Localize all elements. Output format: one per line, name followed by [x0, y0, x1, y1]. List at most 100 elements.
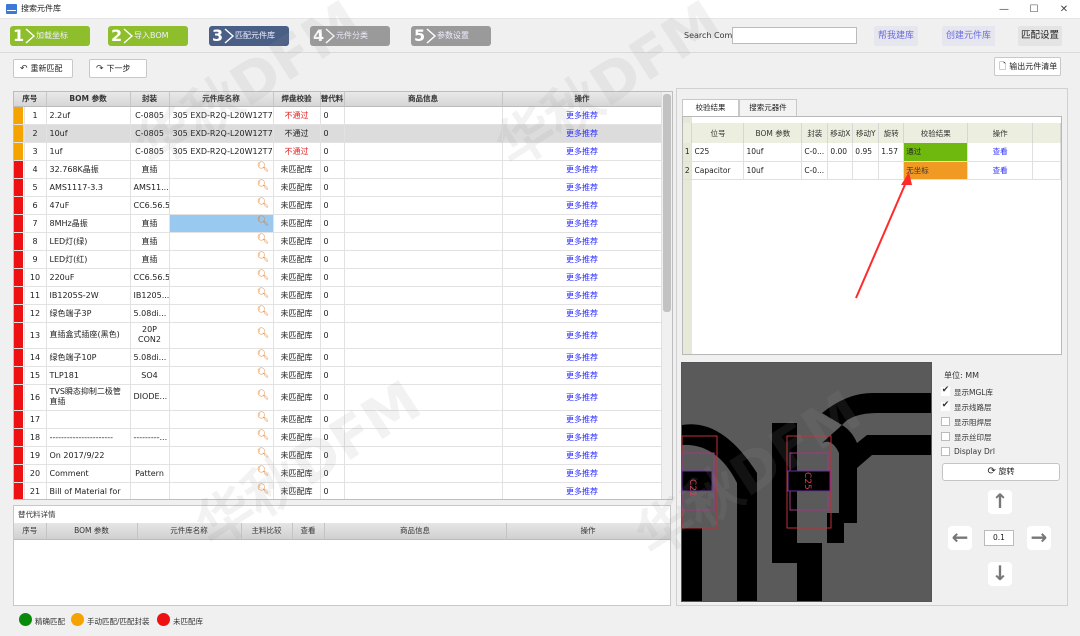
close-button[interactable]: ✕	[1050, 0, 1078, 19]
checkbox-box[interactable]: ✔	[941, 386, 950, 396]
more-recommend-link[interactable]: 更多推荐	[502, 286, 663, 305]
bom-row[interactable]: 20 Comment Pattern 🔍︎ 未匹配库 0 更多推荐	[14, 464, 663, 483]
search-icon[interactable]: 🔍︎	[257, 390, 270, 402]
layer-checkbox[interactable]: ✔ 显示线路层	[941, 401, 1080, 414]
lib-name-cell[interactable]: 🔍︎	[169, 196, 274, 215]
bom-param[interactable]: 32.768K晶振	[46, 160, 131, 179]
bom-row[interactable]: 9 LED灯(红) 直插 🔍︎ 未匹配库 0 更多推荐	[14, 250, 663, 269]
col-pad-check[interactable]: 焊盘校验	[273, 92, 321, 107]
step-1[interactable]: 1 加载坐标	[10, 26, 90, 46]
bom-param[interactable]: 1uf	[46, 142, 131, 161]
scrollbar-thumb[interactable]	[663, 94, 671, 312]
search-icon[interactable]: 🔍︎	[257, 306, 270, 318]
package[interactable]: 20P CON2	[130, 322, 170, 349]
more-recommend-link[interactable]: 更多推荐	[502, 232, 663, 251]
package[interactable]: SO4	[130, 366, 170, 385]
checkbox-box[interactable]	[941, 432, 950, 441]
more-recommend-link[interactable]: 更多推荐	[502, 106, 663, 125]
bom-row[interactable]: 6 47uF CC6.56.5 🔍︎ 未匹配库 0 更多推荐	[14, 196, 663, 215]
bom-row[interactable]: 21 Bill of Material for 🔍︎ 未匹配库 0 更多推荐	[14, 482, 663, 499]
bom-param[interactable]: 10uf	[46, 124, 131, 143]
bom-row[interactable]: 4 32.768K晶振 直插 🔍︎ 未匹配库 0 更多推荐	[14, 160, 663, 179]
alt-col-no[interactable]: 序号	[14, 523, 47, 540]
more-recommend-link[interactable]: 更多推荐	[502, 348, 663, 367]
col-alt[interactable]: 替代料	[320, 92, 345, 107]
col-lib-name[interactable]: 元件库名称	[169, 92, 274, 107]
package[interactable]: 5.08di...	[130, 304, 170, 323]
lib-name-cell[interactable]: 🔍︎	[169, 322, 274, 349]
alt-col-lib-name[interactable]: 元件库名称	[137, 523, 242, 540]
search-icon[interactable]: 🔍︎	[257, 466, 270, 478]
search-icon[interactable]: 🔍︎	[257, 350, 270, 362]
bom-row[interactable]: 8 LED灯(绿) 直插 🔍︎ 未匹配库 0 更多推荐	[14, 232, 663, 251]
more-recommend-link[interactable]: 更多推荐	[502, 250, 663, 269]
bom-row[interactable]: 16 TVS瞬态抑制二极管直插 DIODE... 🔍︎ 未匹配库 0 更多推荐	[14, 384, 663, 411]
help-build-lib-button[interactable]: 帮我建库	[874, 26, 919, 46]
step-2[interactable]: 2 导入BOM	[108, 26, 188, 46]
more-recommend-link[interactable]: 更多推荐	[502, 366, 663, 385]
lib-name-cell[interactable]: 🔍︎	[169, 286, 274, 305]
bom-row[interactable]: 14 绿色端子10P 5.08di... 🔍︎ 未匹配库 0 更多推荐	[14, 348, 663, 367]
rematch-button[interactable]: ↶ 重新匹配	[13, 59, 73, 78]
bom-param[interactable]: 绿色端子3P	[46, 304, 131, 323]
more-recommend-link[interactable]: 更多推荐	[502, 428, 663, 447]
search-icon[interactable]: 🔍︎	[257, 328, 270, 340]
more-recommend-link[interactable]: 更多推荐	[502, 142, 663, 161]
rotate-button[interactable]: ⟳ 旋转	[942, 463, 1060, 481]
lib-name-cell[interactable]: 🔍︎	[169, 304, 274, 323]
bom-param[interactable]: 2.2uf	[46, 106, 131, 125]
minimize-button[interactable]: —	[990, 0, 1018, 19]
bom-param[interactable]: 8MHz晶振	[46, 214, 131, 233]
bom-param[interactable]: Comment	[46, 464, 131, 483]
col-product-info[interactable]: 商品信息	[344, 92, 503, 107]
lib-name-cell[interactable]: 🔍︎	[169, 348, 274, 367]
tab-search-components[interactable]: 搜索元器件	[739, 99, 797, 116]
search-icon[interactable]: 🔍︎	[257, 484, 270, 496]
more-recommend-link[interactable]: 更多推荐	[502, 464, 663, 483]
bom-row[interactable]: 11 IB1205S-2W IB1205... 🔍︎ 未匹配库 0 更多推荐	[14, 286, 663, 305]
package[interactable]: IB1205...	[130, 286, 170, 305]
bom-param[interactable]: LED灯(红)	[46, 250, 131, 269]
search-icon[interactable]: 🔍︎	[257, 270, 270, 282]
bom-param[interactable]: TVS瞬态抑制二极管直插	[46, 384, 131, 411]
package[interactable]: 直插	[130, 232, 170, 251]
bom-row[interactable]: 18 ---------------------- ---------... 🔍︎ 未匹…	[14, 428, 663, 447]
lib-name-cell[interactable]: 🔍︎	[169, 428, 274, 447]
bom-param[interactable]: 绿色端子10P	[46, 348, 131, 367]
checkbox-box[interactable]: ✔	[941, 401, 950, 411]
maximize-button[interactable]: ☐	[1020, 0, 1048, 19]
search-icon[interactable]: 🔍︎	[257, 162, 270, 174]
lib-name-cell[interactable]: 305 EXD-R2Q-L20W12T7-	[169, 142, 274, 161]
bom-row[interactable]: 1 2.2uf C-0805 305 EXD-R2Q-L20W12T7- 不通过 0 更多推…	[14, 106, 663, 125]
more-recommend-link[interactable]: 更多推荐	[502, 214, 663, 233]
col-action[interactable]: 操作	[502, 92, 663, 107]
checkbox-box[interactable]	[941, 417, 950, 426]
lib-name-cell[interactable]: 🔍︎	[169, 268, 274, 287]
more-recommend-link[interactable]: 更多推荐	[502, 268, 663, 287]
bom-row[interactable]: 2 10uf C-0805 305 EXD-R2Q-L20W12T7- 不通过 0 更多推荐	[14, 124, 663, 143]
lib-name-cell[interactable]: 305 EXD-R2Q-L20W12T7-	[169, 124, 274, 143]
search-icon[interactable]: 🔍︎	[257, 288, 270, 300]
more-recommend-link[interactable]: 更多推荐	[502, 322, 663, 349]
bom-param[interactable]: ----------------------	[46, 428, 131, 447]
package[interactable]: 直插	[130, 160, 170, 179]
package[interactable]: CC6.56.5	[130, 268, 170, 287]
pcb-preview[interactable]: C21 C25	[681, 362, 932, 602]
alt-col-action[interactable]: 操作	[506, 523, 671, 540]
search-icon[interactable]: 🔍︎	[257, 216, 270, 228]
bom-row[interactable]: 5 AMS1117-3.3 AMS11... 🔍︎ 未匹配库 0 更多推荐	[14, 178, 663, 197]
more-recommend-link[interactable]: 更多推荐	[502, 446, 663, 465]
bom-param[interactable]	[46, 410, 131, 429]
lib-name-cell[interactable]: 🔍︎	[169, 446, 274, 465]
lib-name-cell[interactable]: 🔍︎	[169, 232, 274, 251]
layer-checkbox[interactable]: Display Drl	[941, 446, 1080, 459]
alt-col-product-info[interactable]: 商品信息	[324, 523, 507, 540]
bom-row[interactable]: 15 TLP181 SO4 🔍︎ 未匹配库 0 更多推荐	[14, 366, 663, 385]
bom-param[interactable]: LED灯(绿)	[46, 232, 131, 251]
search-input[interactable]	[732, 27, 857, 44]
bom-param[interactable]: AMS1117-3.3	[46, 178, 131, 197]
package[interactable]: C-0805	[130, 124, 170, 143]
layer-checkbox[interactable]: 显示丝印层	[941, 431, 1080, 444]
search-icon[interactable]: 🔍︎	[257, 234, 270, 246]
lib-name-cell[interactable]: 🔍︎	[169, 464, 274, 483]
